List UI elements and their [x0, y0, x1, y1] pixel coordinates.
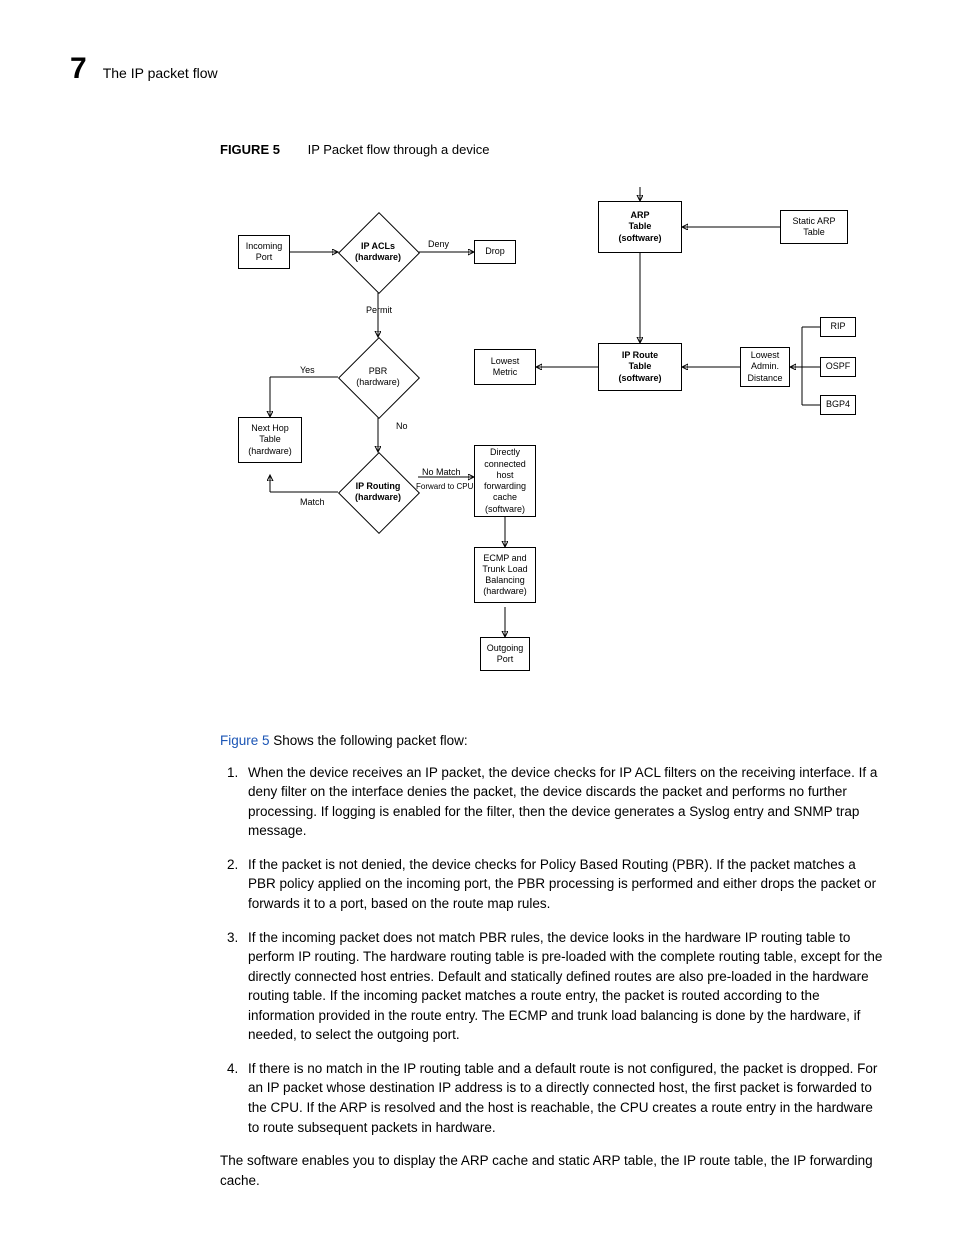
label-no-match: No Match	[422, 467, 461, 477]
node-ip-acls: IP ACLs(hardware)	[338, 212, 418, 292]
node-direct-host: Directlyconnectedhostforwardingcache(sof…	[474, 445, 536, 517]
node-incoming-port: IncomingPort	[238, 235, 290, 269]
body-text: Figure 5 Shows the following packet flow…	[220, 731, 884, 1190]
figure-label: FIGURE 5	[220, 142, 280, 157]
label-yes: Yes	[300, 365, 315, 375]
flow-arrows	[220, 177, 860, 707]
label-deny: Deny	[428, 239, 449, 249]
chapter-number: 7	[70, 52, 87, 86]
label-forward-cpu: Forward to CPU	[416, 482, 473, 491]
chapter-title: The IP packet flow	[103, 65, 218, 81]
node-rip: RIP	[820, 317, 856, 337]
node-lowest-admin: LowestAdmin.Distance	[740, 347, 790, 387]
figure-link[interactable]: Figure 5	[220, 733, 270, 748]
list-item: If the packet is not denied, the device …	[242, 855, 884, 914]
node-ospf: OSPF	[820, 357, 856, 377]
steps-list: When the device receives an IP packet, t…	[220, 763, 884, 1138]
label-permit: Permit	[366, 305, 392, 315]
node-ip-route-table: IP RouteTable(software)	[598, 343, 682, 391]
node-pbr: PBR(hardware)	[338, 337, 418, 417]
label-match: Match	[300, 497, 325, 507]
label-no: No	[396, 421, 408, 431]
flowchart: IncomingPort IP ACLs(hardware) Deny Drop…	[220, 177, 860, 707]
list-item: If there is no match in the IP routing t…	[242, 1059, 884, 1137]
node-bgp4: BGP4	[820, 395, 856, 415]
closing-paragraph: The software enables you to display the …	[220, 1151, 884, 1190]
node-lowest-metric: LowestMetric	[474, 349, 536, 385]
node-ecmp: ECMP andTrunk LoadBalancing(hardware)	[474, 547, 536, 603]
figure-caption: FIGURE 5 IP Packet flow through a device	[220, 142, 884, 157]
page-header: 7 The IP packet flow	[70, 52, 884, 86]
node-next-hop: Next HopTable(hardware)	[238, 417, 302, 463]
figure-title: IP Packet flow through a device	[308, 142, 490, 157]
list-item: If the incoming packet does not match PB…	[242, 928, 884, 1045]
node-arp-table: ARPTable(software)	[598, 201, 682, 253]
node-static-arp: Static ARPTable	[780, 210, 848, 244]
list-item: When the device receives an IP packet, t…	[242, 763, 884, 841]
node-drop: Drop	[474, 240, 516, 264]
intro-line: Figure 5 Shows the following packet flow…	[220, 731, 884, 751]
node-ip-routing: IP Routing(hardware)	[338, 452, 418, 532]
intro-rest: Shows the following packet flow:	[270, 733, 468, 748]
node-outgoing-port: OutgoingPort	[480, 637, 530, 671]
